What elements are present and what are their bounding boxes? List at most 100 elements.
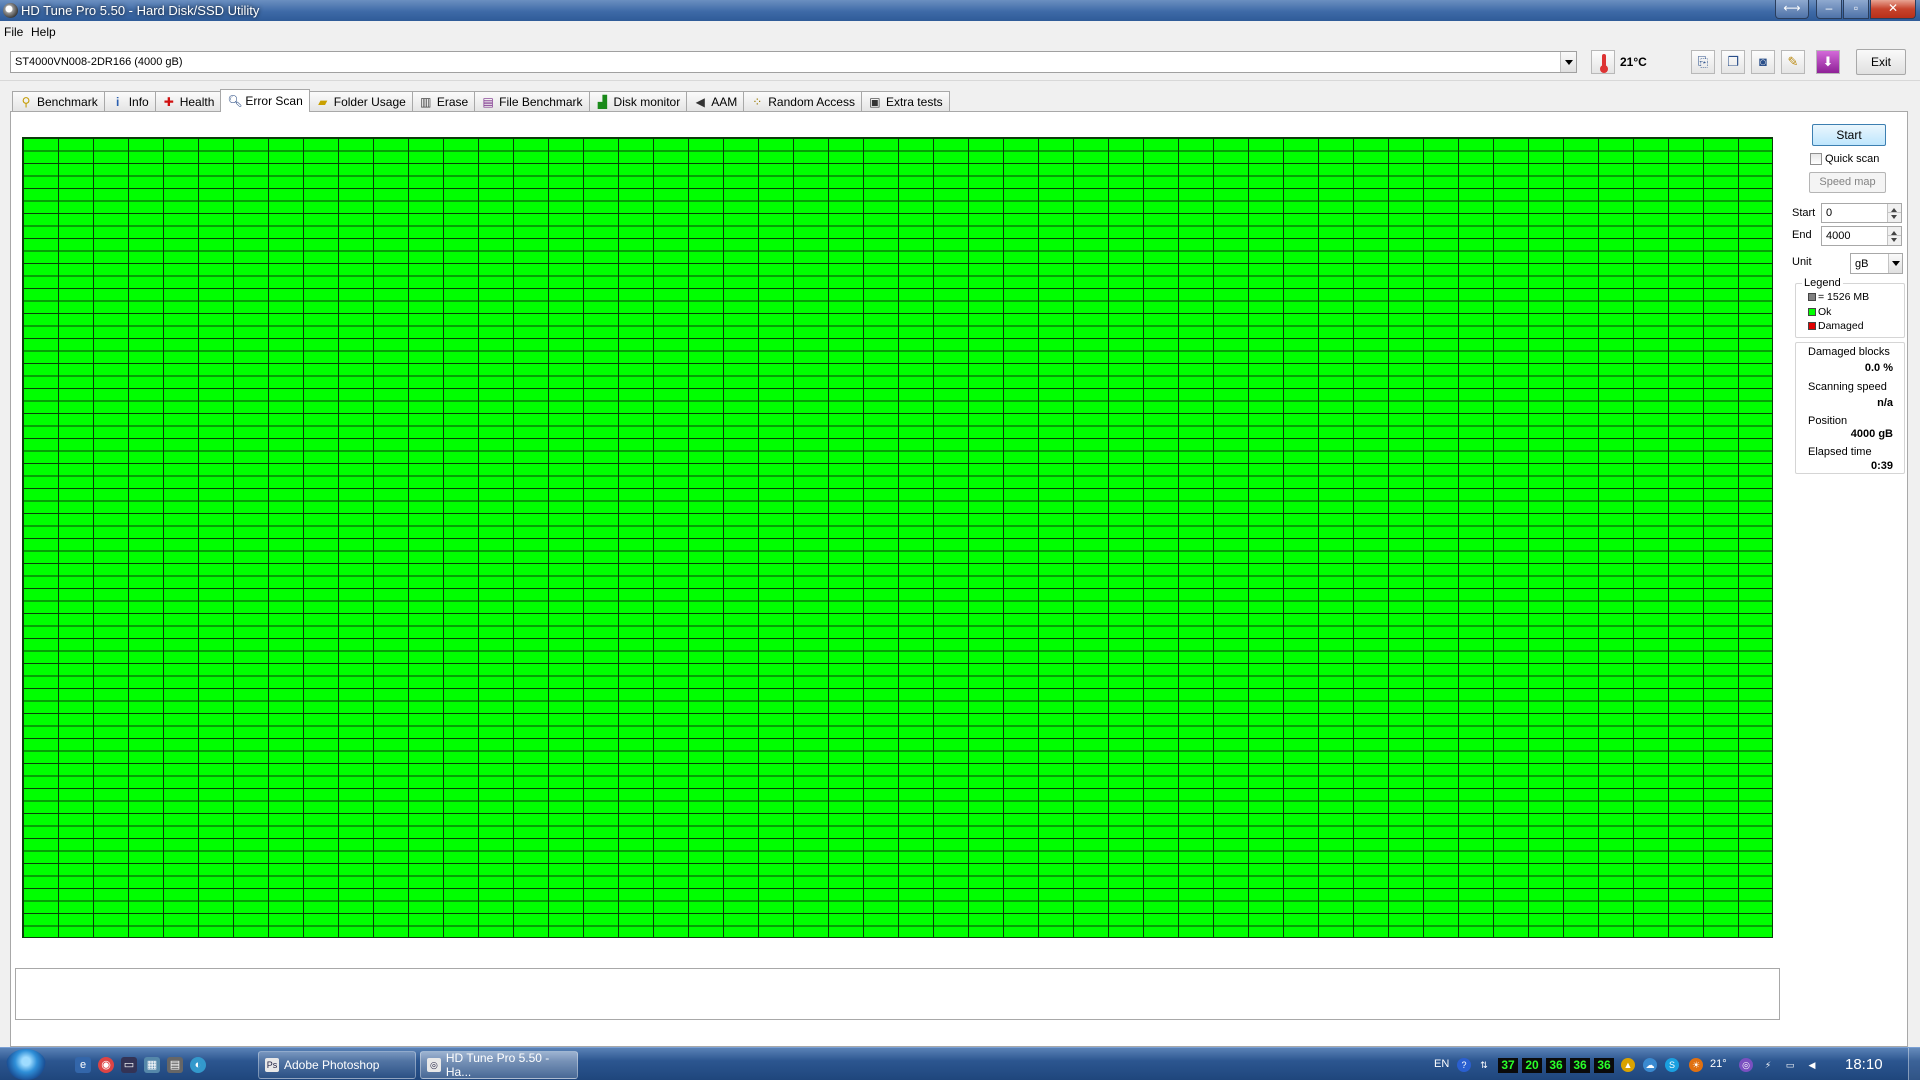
cloud-icon[interactable]: ☁ [1643,1058,1657,1072]
end-spinner[interactable]: 4000 [1821,226,1902,246]
taskbar-clock[interactable]: 18:10 [1845,1056,1883,1073]
minimize-button[interactable]: – [1816,0,1842,19]
spin-up-icon[interactable] [1887,204,1901,213]
weather-icon[interactable]: ☀ [1689,1058,1703,1072]
tab-health[interactable]: ✚ Health [154,91,222,112]
copy-info-icon[interactable]: ⎘ [1691,50,1715,74]
tab-label: Info [128,95,149,109]
chevron-down-icon[interactable] [1888,254,1902,273]
start-spinner[interactable]: 0 [1821,203,1902,223]
tray-temp: 36 [1594,1058,1614,1073]
end-field-label: End [1792,229,1812,241]
speed-map-button[interactable]: Speed map [1809,172,1886,193]
terminal-icon[interactable]: ▭ [121,1057,137,1073]
end-spinner-value: 4000 [1826,230,1851,242]
language-indicator[interactable]: EN [1434,1048,1449,1080]
tab-disk-monitor[interactable]: ▟ Disk monitor [588,91,688,112]
taskbar-button-photoshop[interactable]: Ps Adobe Photoshop [258,1051,416,1079]
window-controls: ⟷ – ▫ ✕ [1775,0,1916,19]
help-icon[interactable]: ? [1457,1058,1471,1072]
tab-label: Folder Usage [333,95,406,109]
app-icon[interactable]: ◐ [190,1057,206,1073]
volume-icon[interactable]: ◀ [1805,1058,1819,1072]
tab-label: Error Scan [245,94,303,108]
resize-arrows-icon[interactable]: ⟷ [1775,0,1809,19]
start-menu-icon[interactable] [6,1049,46,1080]
menu-help[interactable]: Help [31,25,56,39]
damaged-blocks-value: 0.0 % [1864,362,1893,374]
taskbar: e ◉ ▭ ▦ ▤ ◐ Ps Adobe Photoshop ◎ HD Tune… [0,1047,1920,1080]
chrome-icon[interactable]: ◉ [98,1057,114,1073]
screenshot-icon[interactable]: ◙ [1751,50,1775,74]
menu-file[interactable]: File [4,25,23,39]
tab-info[interactable]: i Info [103,91,156,112]
temperature-value: 21°C [1620,55,1647,69]
weather-temperature: 21° [1710,1058,1727,1070]
legend-ok: Ok [1808,306,1831,318]
tab-folder-usage[interactable]: ▰ Folder Usage [308,91,413,112]
scan-block-grid [22,137,1773,938]
tab-label: Disk monitor [613,95,681,109]
options-icon[interactable]: ✎ [1781,50,1805,74]
tab-erase[interactable]: ▥ Erase [411,91,476,112]
unit-select-value: gB [1855,258,1869,270]
browser-icon[interactable]: e [75,1057,91,1073]
title-bar: HD Tune Pro 5.50 - Hard Disk/SSD Utility… [0,0,1920,21]
tab-benchmark[interactable]: ⚲ Benchmark [12,91,105,112]
exit-button[interactable]: Exit [1856,49,1906,75]
unit-select[interactable]: gB [1850,253,1903,274]
speaker-icon: ◀︎ [695,95,705,109]
skype-icon[interactable]: S [1665,1058,1679,1072]
taskbar-button-hdtune[interactable]: ◎ HD Tune Pro 5.50 - Ha... [420,1051,578,1079]
maximize-button[interactable]: ▫ [1843,0,1869,19]
trash-icon: ▥ [420,95,432,109]
monitor-icon[interactable]: ▭ [1783,1058,1797,1072]
tray-temp: 36 [1546,1058,1566,1073]
drive-select-value: ST4000VN008-2DR166 (4000 gB) [15,56,183,68]
quick-scan-checkbox[interactable] [1810,153,1822,165]
spin-up-icon[interactable] [1887,227,1901,236]
extra-tests-icon: ▣ [869,95,881,109]
tab-bar: ⚲ Benchmark i Info ✚ Health 🔍︎ Error Scan ▰ F… [12,89,950,112]
show-desktop-button[interactable] [1908,1048,1920,1080]
security-icon[interactable]: ▲ [1621,1058,1635,1072]
legend-damaged-text: Damaged [1818,320,1864,332]
quick-scan-label[interactable]: Quick scan [1825,153,1879,165]
damaged-blocks-label: Damaged blocks [1808,346,1890,358]
sync-icon[interactable]: ◎ [1739,1058,1753,1072]
copy-all-icon[interactable]: ❐ [1721,50,1745,74]
ok-swatch [1808,308,1816,316]
random-access-icon: ⁘ [752,95,763,109]
drive-select[interactable]: ST4000VN008-2DR166 (4000 gB) [10,51,1577,73]
legend-damaged: Damaged [1808,320,1864,332]
network-icon[interactable]: ⇅ [1477,1058,1491,1072]
tab-aam[interactable]: ◀︎ AAM [686,91,745,112]
close-button[interactable]: ✕ [1870,0,1916,19]
tab-random-access[interactable]: ⁘ Random Access [743,91,862,112]
window-icon[interactable]: ▦ [144,1057,160,1073]
save-icon[interactable]: ⬇ [1816,50,1840,74]
calculator-icon[interactable]: ▤ [167,1057,183,1073]
info-icon: i [116,95,120,109]
legend-block-size: = 1526 MB [1808,291,1869,303]
start-field-label: Start [1792,207,1816,219]
legend-block-size-text: = 1526 MB [1818,291,1870,303]
start-button[interactable]: Start [1812,124,1886,146]
tab-file-benchmark[interactable]: ▤ File Benchmark [474,91,590,112]
scanning-speed-label: Scanning speed [1808,381,1887,393]
unscanned-swatch [1808,293,1816,301]
elapsed-time-value: 0:39 [1870,460,1893,472]
spin-down-icon[interactable] [1887,236,1901,245]
disk-monitor-icon: ▟ [597,95,608,109]
spin-down-icon[interactable] [1887,213,1901,222]
start-spinner-value: 0 [1826,207,1833,219]
tray-temp: 37 [1498,1058,1518,1073]
menu-bar: File Help [0,21,1920,41]
photoshop-icon: Ps [265,1058,279,1072]
device-icon[interactable]: ⚡ [1761,1058,1775,1072]
chevron-down-icon[interactable] [1560,52,1576,72]
taskbar-button-label: HD Tune Pro 5.50 - Ha... [445,1051,550,1079]
tab-error-scan[interactable]: 🔍︎ Error Scan [220,89,310,112]
window-title: HD Tune Pro 5.50 - Hard Disk/SSD Utility [21,3,260,18]
tab-extra-tests[interactable]: ▣ Extra tests [860,91,950,112]
